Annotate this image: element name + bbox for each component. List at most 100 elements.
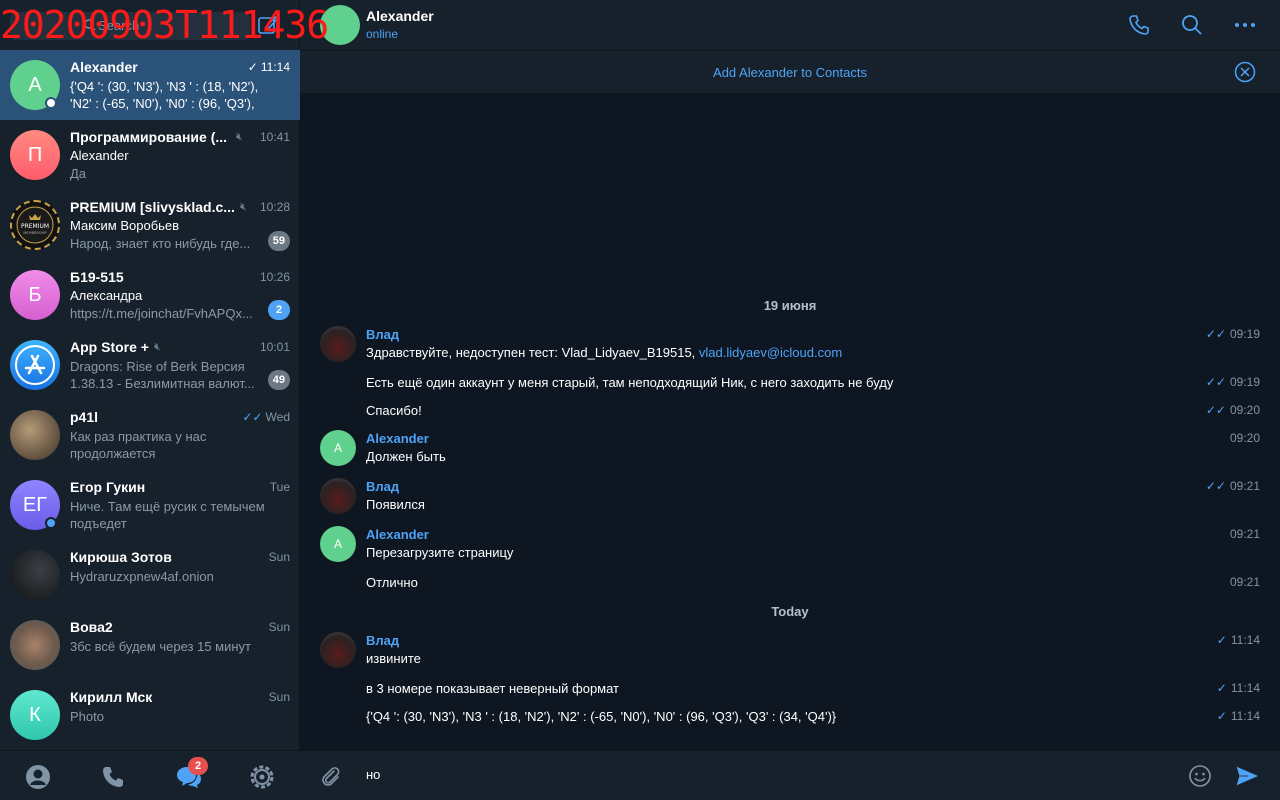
chat-preview: Photo	[70, 709, 104, 724]
bottom-tab-bar: 2	[0, 750, 300, 800]
chat-preview: Dragons: Rise of Berk Версия	[70, 359, 245, 374]
chats-unread-badge: 2	[188, 757, 208, 775]
compose-icon[interactable]	[256, 13, 280, 37]
chat-preview: Народ, знает кто нибудь где...	[70, 236, 251, 251]
chat-item-alexander[interactable]: A Alexander ✓ 11:14 {'Q4 ': (30, 'N3'), '…	[0, 50, 300, 120]
message-sender[interactable]: Влад	[366, 479, 399, 494]
chat-name: Егор Гукин	[70, 479, 146, 495]
message-time: ✓ 11:14	[1216, 709, 1260, 723]
chat-item-app-store[interactable]: App Store + 🔇︎ 10:01 Dragons: Rise of Be…	[0, 330, 300, 400]
chat-header[interactable]: Alexander online	[300, 0, 1280, 50]
paperclip-icon[interactable]	[318, 764, 342, 788]
chat-panel: Alexander online Add Alexander to Contac…	[300, 0, 1280, 800]
message-text: Есть ещё один аккаунт у меня старый, там…	[366, 375, 894, 390]
message-text: Появился	[366, 497, 425, 512]
read-check-icon: ✓✓	[1205, 479, 1226, 493]
date-separator: Today	[771, 604, 809, 619]
sender-avatar[interactable]: A	[320, 430, 356, 466]
chat-time: ✓ 11:14	[247, 60, 290, 74]
settings-gear-icon[interactable]	[248, 763, 276, 791]
date-separator: 19 июня	[763, 298, 817, 313]
send-icon[interactable]	[1234, 764, 1260, 788]
sender-avatar[interactable]	[320, 478, 356, 514]
message-composer: но	[300, 750, 1280, 800]
chat-name: Вова2	[70, 619, 113, 635]
more-options-icon[interactable]	[1233, 13, 1257, 37]
chat-name: App Store +	[70, 339, 149, 355]
sender-avatar[interactable]	[320, 326, 356, 362]
message-sender[interactable]: Alexander	[366, 527, 429, 542]
message-sender[interactable]: Влад	[366, 633, 399, 648]
chat-name: Б19-515	[70, 269, 124, 285]
chat-sender: Alexander	[70, 148, 129, 163]
chat-item-p41l[interactable]: p41l ✓✓ Wed Как раз практика у нас продол…	[0, 400, 300, 470]
chat-time: 10:01	[259, 340, 290, 354]
chat-item-egor[interactable]: ЕГ Егор Гукин Tue Ниче. Там ещё русик с …	[0, 470, 300, 540]
close-icon[interactable]	[1234, 61, 1256, 83]
chat-preview: Да	[70, 166, 87, 181]
chat-name: Программирование (...	[70, 129, 228, 145]
read-check-icon: ✓✓	[1205, 327, 1226, 341]
search-input[interactable]: Search	[10, 12, 250, 40]
search-icon	[84, 19, 96, 31]
online-indicator	[45, 97, 57, 109]
message-text: извините	[366, 651, 421, 666]
telegram-window: Search 20200903T111436 A Alexander ✓ 11:1…	[0, 0, 1280, 800]
sender-avatar[interactable]: A	[320, 526, 356, 562]
search-bar: Search 20200903T111436	[0, 0, 329, 50]
emoji-icon[interactable]	[1188, 764, 1212, 788]
chat-item-b19-515[interactable]: Б Б19-515 10:26 Александра https://t.me/…	[0, 260, 300, 330]
chat-item-programming[interactable]: П Программирование (... 🔇︎ 10:41 Alexand…	[0, 120, 300, 190]
message-time: ✓✓ 09:20	[1205, 403, 1260, 417]
header-name[interactable]: Alexander	[366, 8, 434, 24]
online-indicator	[45, 517, 57, 529]
premium-logo-avatar: PREMIUM MEMBERSHIP	[10, 200, 60, 250]
add-contact-banner: Add Alexander to Contacts	[300, 50, 1280, 94]
message-time: ✓ 11:14	[1216, 633, 1260, 647]
chat-time: 10:41	[259, 130, 290, 144]
chat-time: 10:28	[259, 200, 290, 214]
message-time: ✓ 11:14	[1216, 681, 1260, 695]
message-time: 09:21	[1229, 527, 1260, 541]
contacts-icon[interactable]	[24, 763, 52, 791]
sender-avatar[interactable]	[320, 632, 356, 668]
chat-time: Tue	[269, 480, 290, 494]
owl-photo-avatar	[10, 410, 60, 460]
phone-icon[interactable]	[99, 763, 127, 791]
chat-time: 10:26	[259, 270, 290, 284]
chat-sender: Максим Воробьев	[70, 218, 180, 233]
svg-text:MEMBERSHIP: MEMBERSHIP	[23, 231, 46, 235]
message-sender[interactable]: Alexander	[366, 431, 429, 446]
message-time: ✓✓ 09:19	[1205, 375, 1260, 389]
search-icon[interactable]	[1180, 13, 1204, 37]
chat-sender: Александра	[70, 288, 143, 303]
message-text: Отлично	[366, 575, 418, 590]
message-time: ✓✓ 09:21	[1205, 479, 1260, 493]
read-check-icon: ✓✓	[242, 410, 263, 424]
message-input[interactable]: но	[366, 767, 380, 782]
sent-check-icon: ✓	[247, 60, 258, 74]
email-link[interactable]: vlad.lidyaev@icloud.com	[699, 345, 842, 360]
chat-item-vova2[interactable]: Вова2 Sun 3бс всё будем через 15 минут	[0, 610, 300, 680]
message-text: Должен быть	[366, 449, 446, 464]
chat-item-kirill[interactable]: К Кирилл Мск Sun Photo	[0, 680, 300, 750]
unread-badge: 59	[267, 231, 290, 251]
muted-icon: 🔇︎	[154, 341, 161, 353]
chat-item-kiryusha[interactable]: Кирюша Зотов Sun Hydraruzxpnew4af.onion	[0, 540, 300, 610]
chat-list[interactable]: A Alexander ✓ 11:14 {'Q4 ': (30, 'N3'), '…	[0, 50, 300, 750]
chat-name: Alexander	[70, 59, 138, 75]
header-avatar[interactable]	[320, 5, 360, 45]
chat-name: p41l	[70, 409, 99, 425]
chat-preview: Hydraruzxpnew4af.onion	[70, 569, 214, 584]
muted-icon: 🔇︎	[240, 201, 247, 213]
chat-preview-line2: 'N2' : (-65, 'N0'), 'N0' : (96, 'Q3'),	[70, 96, 255, 111]
chat-item-premium[interactable]: PREMIUM MEMBERSHIP PREMIUM [slivysklad.c.…	[0, 190, 300, 260]
message-sender[interactable]: Влад	[366, 327, 399, 342]
message-time: 09:20	[1229, 431, 1260, 445]
unread-badge: 2	[268, 300, 290, 320]
add-to-contacts-link[interactable]: Add Alexander to Contacts	[300, 65, 1280, 80]
sent-check-icon: ✓	[1216, 633, 1227, 647]
unread-badge: 49	[267, 370, 290, 390]
call-icon[interactable]	[1127, 13, 1151, 37]
app-store-avatar	[10, 340, 60, 390]
